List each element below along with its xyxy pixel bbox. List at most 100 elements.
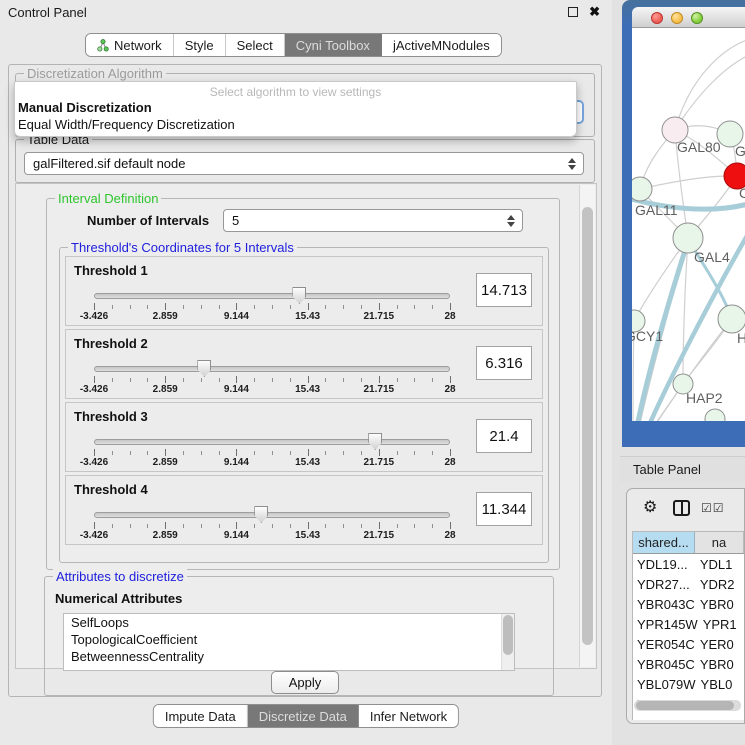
attributes-scrollbar[interactable] (501, 614, 514, 670)
popup-option-equal-width-frequency[interactable]: Equal Width/Frequency Discretization (15, 116, 576, 133)
threshold-label: Threshold 3 (74, 409, 148, 424)
slider-tick-labels: -3.4262.8599.14415.4321.71528 (94, 530, 450, 542)
table-row[interactable]: YBR043CYBR0 (633, 594, 744, 614)
node-label: GAL80 (677, 139, 721, 155)
spinner-arrows (507, 214, 516, 228)
network-node[interactable] (705, 409, 725, 421)
tab-impute-data[interactable]: Impute Data (154, 705, 248, 727)
threshold-2-slider[interactable]: -3.4262.8599.14415.4321.71528 (94, 360, 450, 396)
tab-network[interactable]: Network (86, 34, 174, 56)
interval-definition-group: Interval Definition Number of Intervals … (46, 198, 560, 570)
control-panel-titlebar: Control Panel ✖ (0, 0, 612, 24)
slider-thumb[interactable] (292, 287, 306, 304)
tab-select[interactable]: Select (226, 34, 285, 56)
threshold-1-slider[interactable]: -3.4262.8599.14415.4321.71528 (94, 287, 450, 323)
tab-discretize-data[interactable]: Discretize Data (248, 705, 359, 727)
minimize-traffic-light-icon[interactable] (671, 12, 683, 24)
slider-track[interactable] (94, 512, 450, 518)
slider-tick-labels: -3.4262.8599.14415.4321.71528 (94, 384, 450, 396)
thresholds-group: Threshold's Coordinates for 5 Intervals … (59, 247, 549, 563)
table-data-combo[interactable]: galFiltered.sif default node (24, 152, 584, 175)
table-header-row: shared... na (633, 532, 744, 554)
threshold-4-panel: Threshold 4 -3.4262.8599.14415.4321.7152… (65, 475, 543, 545)
threshold-value-field[interactable]: 14.713 (476, 273, 532, 307)
column-header-name[interactable]: na (695, 532, 744, 554)
split-columns-icon[interactable] (673, 500, 690, 516)
slider-thumb[interactable] (254, 506, 268, 523)
gear-icon[interactable]: ⚙ (643, 499, 657, 517)
table-row[interactable]: YDL19...YDL1 (633, 554, 744, 574)
table-panel-header: Table Panel (620, 456, 745, 482)
group-title: Interval Definition (55, 191, 161, 206)
close-icon[interactable]: ✖ (589, 4, 600, 20)
threshold-label: Threshold 4 (74, 482, 148, 497)
threshold-3-slider[interactable]: -3.4262.8599.14415.4321.71528 (94, 433, 450, 469)
combo-value: 5 (232, 213, 239, 228)
popup-option-manual-discretization[interactable]: Manual Discretization (15, 99, 576, 116)
node-label: C (739, 185, 745, 201)
float-icon[interactable] (568, 7, 578, 17)
control-panel: Control Panel ✖ Network Style Select Cyn… (0, 0, 612, 745)
slider-thumb[interactable] (368, 433, 382, 450)
list-item[interactable]: SelfLoops (64, 614, 501, 631)
select-columns-icon[interactable]: ☑☑ (701, 501, 725, 515)
node-label: HAP2 (686, 390, 723, 406)
tab-label: Select (237, 38, 273, 53)
group-title: Attributes to discretize (53, 569, 187, 584)
tab-label: Style (185, 38, 214, 53)
network-window-titlebar[interactable] (632, 7, 745, 28)
column-header-shared-name[interactable]: shared... (633, 532, 695, 554)
network-node[interactable] (718, 305, 745, 333)
threshold-value-field[interactable]: 6.316 (476, 346, 532, 380)
tab-label: Impute Data (165, 709, 236, 724)
slider-ticks (94, 376, 450, 384)
tab-label: Network (114, 38, 162, 53)
tab-infer-network[interactable]: Infer Network (359, 705, 458, 727)
slider-thumb[interactable] (197, 360, 211, 377)
tab-jactivemnodules[interactable]: jActiveMNodules (382, 34, 501, 56)
table-row[interactable]: YBR045CYBR0 (633, 654, 744, 674)
tab-label: Infer Network (370, 709, 447, 724)
threshold-4-slider[interactable]: -3.4262.8599.14415.4321.71528 (94, 506, 450, 542)
node-label: H (737, 330, 745, 346)
threshold-value-field[interactable]: 21.4 (476, 419, 532, 453)
network-view-window: GAL80GACGAL11GAL4GCY1HHAP2 (622, 0, 745, 447)
table-row[interactable]: YBL079WYBL0 (633, 674, 744, 694)
tab-cyni-toolbox[interactable]: Cyni Toolbox (285, 34, 382, 56)
combo-value: galFiltered.sif default node (33, 156, 185, 171)
popup-hint: Select algorithm to view settings (15, 82, 576, 99)
table-row[interactable]: YER054CYER0 (633, 634, 744, 654)
algorithm-dropdown-popup: Select algorithm to view settings Manual… (14, 81, 577, 137)
threshold-value-field[interactable]: 11.344 (476, 492, 532, 526)
network-icon (97, 39, 109, 52)
num-intervals-combo[interactable]: 5 (223, 209, 523, 232)
threshold-2-panel: Threshold 2 -3.4262.8599.14415.4321.7152… (65, 329, 543, 399)
close-traffic-light-icon[interactable] (651, 12, 663, 24)
network-edge[interactable] (634, 419, 715, 421)
slider-track[interactable] (94, 366, 450, 372)
network-canvas[interactable]: GAL80GACGAL11GAL4GCY1HHAP2 (632, 28, 745, 421)
panel-scrollbar[interactable] (579, 185, 595, 667)
threshold-label: Threshold 1 (74, 263, 148, 278)
network-edge[interactable] (640, 176, 737, 189)
list-item[interactable]: TopologicalCoefficient (64, 631, 501, 648)
slider-track[interactable] (94, 439, 450, 445)
table-panel-window: ⚙ ☑☑ shared... na YDL19...YDL1YDR27...YD… (626, 488, 745, 724)
slider-track[interactable] (94, 293, 450, 299)
node-label: GA (735, 143, 745, 159)
apply-button[interactable]: Apply (271, 671, 339, 694)
numerical-attributes-list[interactable]: SelfLoopsTopologicalCoefficientBetweenne… (63, 613, 515, 671)
table-row[interactable]: YDR27...YDR2 (633, 574, 744, 594)
node-label: GAL4 (694, 249, 730, 265)
zoom-traffic-light-icon[interactable] (691, 12, 703, 24)
table-hscrollbar[interactable] (634, 700, 741, 711)
network-node[interactable] (632, 177, 652, 201)
network-edge[interactable] (675, 56, 745, 130)
slider-ticks (94, 522, 450, 530)
table-row[interactable]: YPR145WYPR1 (633, 614, 744, 634)
spinner-arrows (568, 157, 577, 171)
tab-style[interactable]: Style (174, 34, 226, 56)
list-item[interactable]: BetweennessCentrality (64, 648, 501, 665)
numerical-attributes-label: Numerical Attributes (55, 591, 182, 606)
table-row[interactable]: YIL053CYIL0 (633, 714, 744, 720)
